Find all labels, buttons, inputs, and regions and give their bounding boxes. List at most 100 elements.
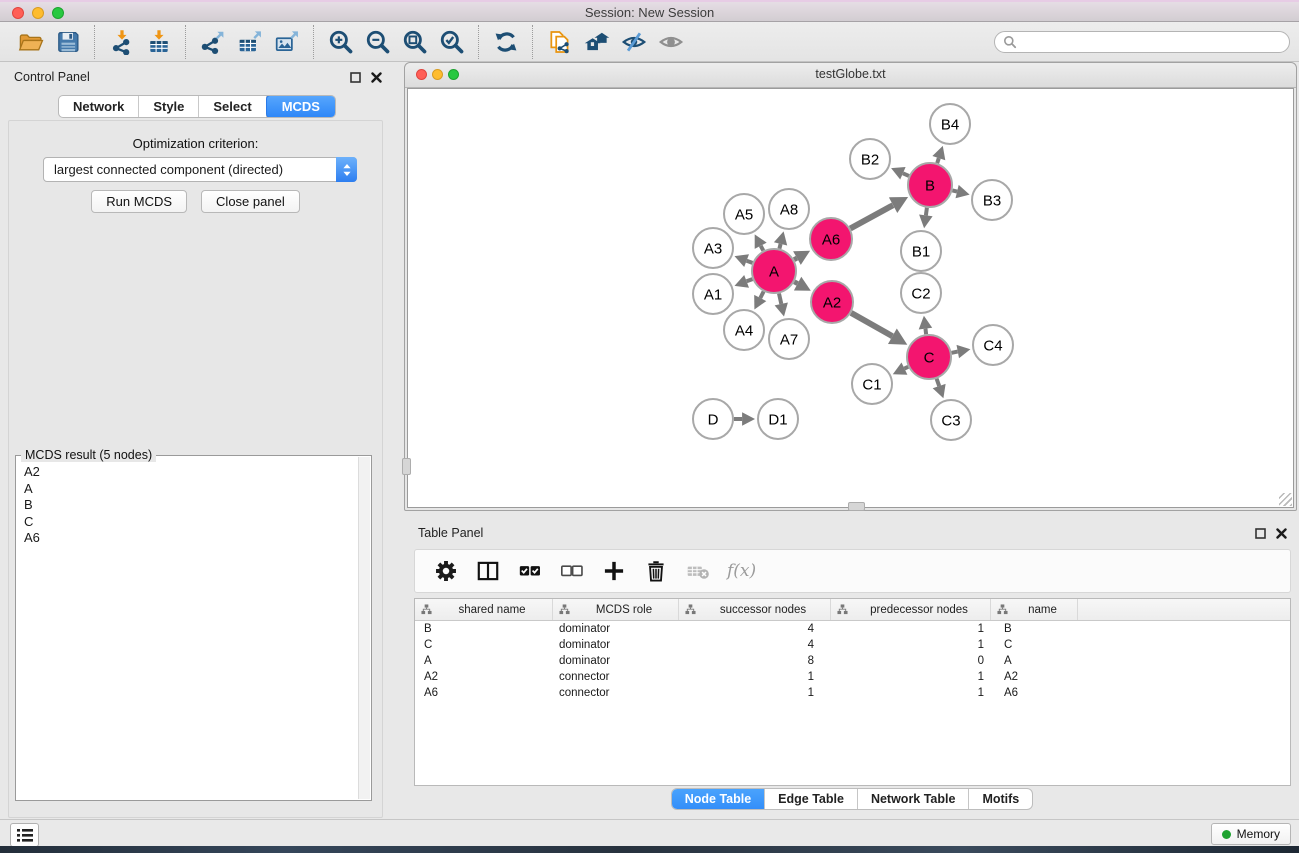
network-window-titlebar[interactable]: testGlobe.txt	[405, 63, 1296, 88]
node-C1[interactable]: C1	[852, 364, 892, 404]
node-A3[interactable]: A3	[693, 228, 733, 268]
node-A4[interactable]: A4	[724, 310, 764, 350]
table-row[interactable]: Bdominator41B	[415, 621, 1290, 637]
node-A8[interactable]: A8	[769, 189, 809, 229]
table-cell[interactable]: A	[991, 655, 1078, 667]
node-D1[interactable]: D1	[758, 399, 798, 439]
column-header-MCDS-role[interactable]: MCDS role	[553, 599, 679, 620]
result-item[interactable]: A	[24, 481, 358, 498]
node-D[interactable]: D	[693, 399, 733, 439]
result-item[interactable]: B	[24, 497, 358, 514]
import-table-icon[interactable]	[140, 26, 177, 58]
delete-icon[interactable]	[643, 558, 669, 584]
edge-A-A3[interactable]	[735, 254, 753, 267]
network-graph[interactable]: AA2A6BCA1A3A4A5A7A8B1B2B3B4C1C2C3C4DD1	[408, 89, 1295, 509]
table-cell[interactable]: A	[415, 655, 553, 667]
deselect-all-icon[interactable]	[559, 558, 585, 584]
column-header-predecessor-nodes[interactable]: predecessor nodes	[831, 599, 991, 620]
table-cell[interactable]: dominator	[553, 623, 679, 635]
node-A2[interactable]: A2	[811, 281, 853, 323]
function-builder-icon[interactable]: f(x)	[727, 561, 756, 581]
edge-C-C1[interactable]	[893, 363, 908, 375]
edge-A-A5[interactable]	[755, 234, 767, 250]
table-cell[interactable]: connector	[553, 687, 679, 699]
zoom-selected-icon[interactable]	[433, 26, 470, 58]
vertical-scroll-thumb[interactable]	[402, 458, 411, 475]
float-panel-icon[interactable]	[1255, 528, 1266, 539]
table-cell[interactable]: A6	[991, 687, 1078, 699]
table-row[interactable]: A6connector11A6	[415, 685, 1290, 701]
edge-B-B1[interactable]	[919, 208, 933, 228]
open-folder-icon[interactable]	[12, 26, 49, 58]
table-cell[interactable]: C	[991, 639, 1078, 651]
close-panel-button[interactable]: Close panel	[201, 190, 300, 213]
table-cell[interactable]: 1	[831, 671, 991, 683]
tab-node-table[interactable]: Node Table	[672, 789, 765, 809]
tab-select[interactable]: Select	[199, 96, 266, 117]
add-icon[interactable]	[601, 558, 627, 584]
table-row[interactable]: A2connector11A2	[415, 669, 1290, 685]
node-C4[interactable]: C4	[973, 325, 1013, 365]
table-cell[interactable]: 4	[679, 623, 831, 635]
table-cell[interactable]: dominator	[553, 639, 679, 651]
network-canvas[interactable]: AA2A6BCA1A3A4A5A7A8B1B2B3B4C1C2C3C4DD1	[407, 88, 1294, 508]
table-cell[interactable]: 1	[679, 671, 831, 683]
gear-icon[interactable]	[433, 558, 459, 584]
tab-motifs[interactable]: Motifs	[969, 789, 1032, 809]
edge-D-D1[interactable]	[734, 412, 755, 426]
node-B3[interactable]: B3	[972, 180, 1012, 220]
result-item[interactable]: A6	[24, 530, 358, 547]
table-row[interactable]: Adominator80A	[415, 653, 1290, 669]
table-cell[interactable]: B	[415, 623, 553, 635]
edge-C-C2[interactable]	[919, 316, 933, 334]
edge-B-B2[interactable]	[891, 167, 909, 180]
table-cell[interactable]: A2	[415, 671, 553, 683]
table-cell[interactable]: 0	[831, 655, 991, 667]
node-B1[interactable]: B1	[901, 231, 941, 271]
result-scrollbar[interactable]	[358, 457, 370, 799]
resize-grip[interactable]	[1279, 493, 1292, 506]
node-A[interactable]: A	[752, 249, 796, 293]
search-input[interactable]	[1022, 34, 1281, 50]
table-cell[interactable]: 8	[679, 655, 831, 667]
edge-A-A6[interactable]	[793, 251, 810, 265]
node-B2[interactable]: B2	[850, 139, 890, 179]
zoom-in-icon[interactable]	[322, 26, 359, 58]
table-cell[interactable]: dominator	[553, 655, 679, 667]
node-C[interactable]: C	[907, 335, 951, 379]
node-C3[interactable]: C3	[931, 400, 971, 440]
close-panel-icon[interactable]	[1276, 528, 1287, 539]
edge-C-C3[interactable]	[933, 379, 946, 399]
tab-edge-table[interactable]: Edge Table	[765, 789, 858, 809]
node-A6[interactable]: A6	[810, 218, 852, 260]
result-item[interactable]: A2	[24, 464, 358, 481]
save-icon[interactable]	[49, 26, 86, 58]
node-A5[interactable]: A5	[724, 194, 764, 234]
table-cell[interactable]: A6	[415, 687, 553, 699]
node-A7[interactable]: A7	[769, 319, 809, 359]
table-cell[interactable]: 1	[679, 687, 831, 699]
float-panel-icon[interactable]	[350, 72, 361, 83]
table-cell[interactable]: A2	[991, 671, 1078, 683]
node-A1[interactable]: A1	[693, 274, 733, 314]
table-cell[interactable]: 1	[831, 639, 991, 651]
horizontal-scroll-thumb[interactable]	[848, 502, 865, 511]
edge-C-C4[interactable]	[952, 345, 971, 358]
edge-B-B3[interactable]	[952, 185, 969, 198]
optimization-criterion-select[interactable]: largest connected component (directed)	[43, 157, 357, 182]
eye-icon[interactable]	[652, 26, 689, 58]
search-box[interactable]	[994, 31, 1290, 53]
table-cell[interactable]: 1	[831, 623, 991, 635]
table-cell[interactable]: C	[415, 639, 553, 651]
home-icon[interactable]	[578, 26, 615, 58]
edge-B-B4[interactable]	[932, 146, 945, 163]
delete-table-icon[interactable]	[685, 558, 711, 584]
column-header-successor-nodes[interactable]: successor nodes	[679, 599, 831, 620]
node-C2[interactable]: C2	[901, 273, 941, 313]
edge-A-A2[interactable]	[794, 277, 811, 291]
tab-mcds[interactable]: MCDS	[266, 95, 336, 118]
task-history-button[interactable]	[10, 823, 39, 847]
tab-network-table[interactable]: Network Table	[858, 789, 970, 809]
result-item[interactable]: C	[24, 514, 358, 531]
close-panel-icon[interactable]	[371, 72, 382, 83]
